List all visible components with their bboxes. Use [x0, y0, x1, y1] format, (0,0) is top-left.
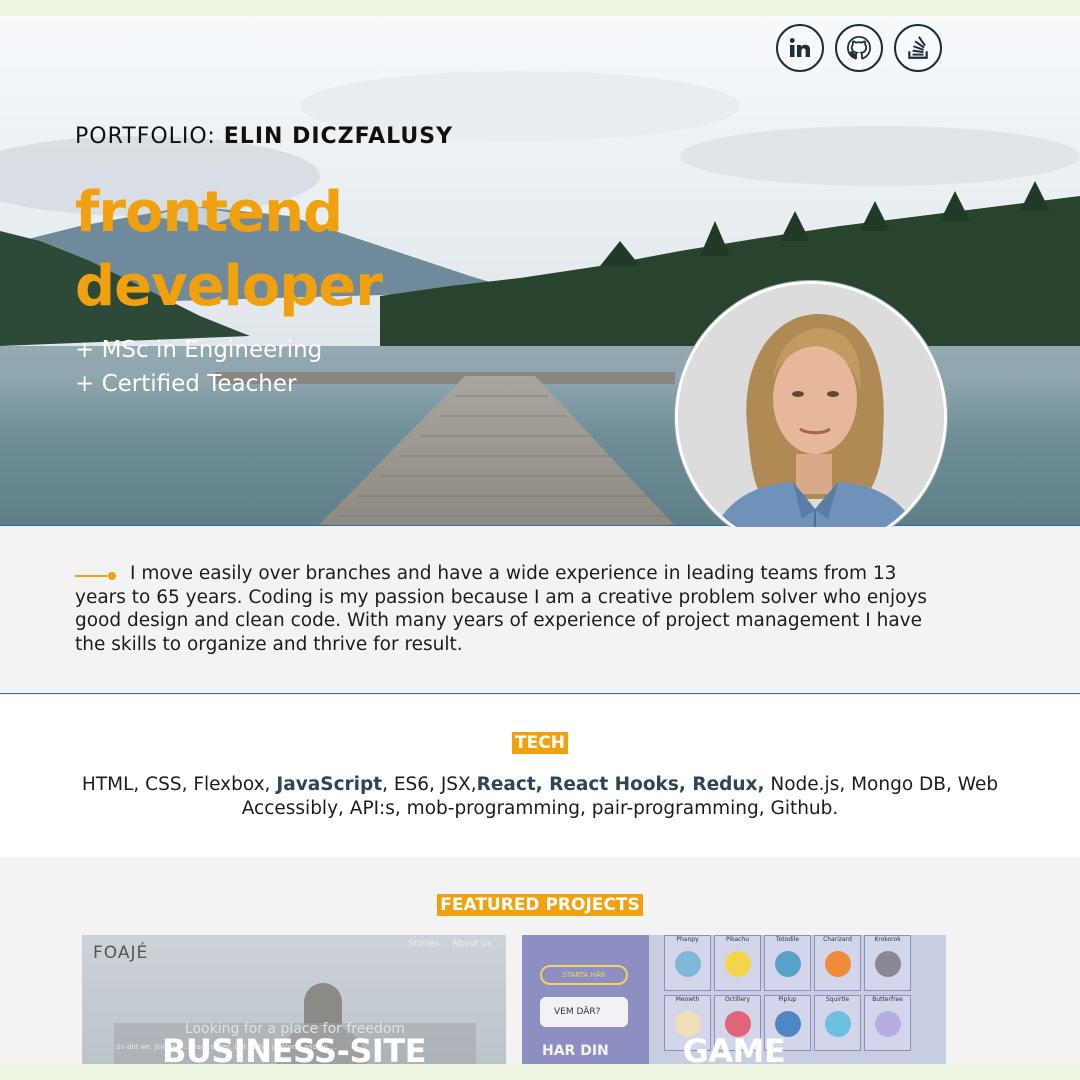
- pokemon-name: Butterfree: [872, 996, 903, 1003]
- pokemon-name: Totodile: [775, 936, 800, 943]
- role-line-1: frontend: [75, 180, 343, 245]
- role-line-2: developer: [75, 254, 383, 319]
- pokemon-card: Pikachu: [714, 935, 761, 991]
- pokemon-name: Charizard: [823, 936, 852, 943]
- tech-part-1: HTML, CSS, Flexbox,: [81, 774, 277, 795]
- projects-tag: FEATURED PROJECTS: [437, 894, 643, 916]
- degree-teacher: + Certified Teacher: [75, 371, 297, 397]
- pokemon-name: Meowth: [675, 996, 700, 1003]
- project-card-business-site[interactable]: FOAJÉ Stories About us Looking for a pla…: [82, 935, 506, 1064]
- pokemon-card: Charizard: [814, 935, 861, 991]
- portfolio-prefix: PORTFOLIO:: [75, 124, 224, 149]
- project-card-game[interactable]: STARTA HÄR VEM DÄR? HAR DIN Phanpy Pikac…: [522, 935, 946, 1064]
- portfolio-title: PORTFOLIO: ELIN DICZFALUSY: [75, 124, 453, 149]
- business-site-nav-about: About us: [452, 939, 492, 949]
- pokemon-sprite: [824, 951, 851, 977]
- business-site-nav-stories: Stories: [408, 939, 440, 949]
- linkedin-icon: [789, 38, 810, 57]
- tech-section: TECH HTML, CSS, Flexbox, JavaScript, ES6…: [0, 695, 1080, 857]
- pokemon-card: Totodile: [764, 935, 811, 991]
- pokemon-sprite: [724, 951, 751, 977]
- project-title-game: GAME: [682, 1032, 786, 1064]
- game-speech-bubble: VEM DÄR?: [540, 997, 628, 1027]
- tech-bold-javascript: JavaScript: [276, 774, 383, 795]
- linkedin-link[interactable]: [776, 24, 824, 72]
- business-site-logo: FOAJÉ: [93, 943, 149, 963]
- pokemon-card: Krokorok: [864, 935, 911, 991]
- pokemon-sprite: [774, 951, 801, 977]
- avatar: [675, 281, 947, 553]
- stackoverflow-icon: [908, 36, 928, 59]
- projects-section: FEATURED PROJECTS FOAJÉ Stories About us…: [0, 857, 1080, 1064]
- portfolio-name: ELIN DICZFALUSY: [223, 124, 454, 149]
- about-text: I move easily over branches and have a w…: [75, 563, 928, 655]
- tech-bold-react: React, React Hooks, Redux,: [476, 774, 765, 795]
- pokemon-name: Pikachu: [725, 936, 750, 943]
- pokemon-card: Phanpy: [664, 935, 711, 991]
- pokemon-sprite: [674, 951, 701, 977]
- github-link[interactable]: [835, 24, 883, 72]
- pokemon-sprite: [874, 951, 901, 977]
- degree-msc: + MSc in Engineering: [75, 337, 323, 363]
- pokemon-name: Squirtle: [825, 996, 850, 1003]
- profile-photo: [678, 284, 944, 550]
- tech-list: HTML, CSS, Flexbox, JavaScript, ES6, JSX…: [60, 773, 1020, 820]
- stackoverflow-link[interactable]: [894, 24, 942, 72]
- tech-part-2: , ES6, JSX,: [382, 774, 477, 795]
- tech-tag: TECH: [512, 732, 568, 754]
- about-section: I move easily over branches and have a w…: [0, 527, 1080, 694]
- pokemon-name: Phanpy: [676, 936, 699, 943]
- page-bottom-band: [0, 1064, 1080, 1080]
- game-start-button: STARTA HÄR: [540, 965, 628, 985]
- project-title-business-site: BUSINESS-SITE: [161, 1032, 427, 1064]
- pokemon-name: Piplup: [778, 996, 797, 1003]
- github-icon: [847, 36, 871, 60]
- pokemon-name: Octillery: [724, 996, 751, 1003]
- pokemon-name: Krokorok: [874, 936, 901, 943]
- role-heading: frontend developer: [75, 176, 383, 324]
